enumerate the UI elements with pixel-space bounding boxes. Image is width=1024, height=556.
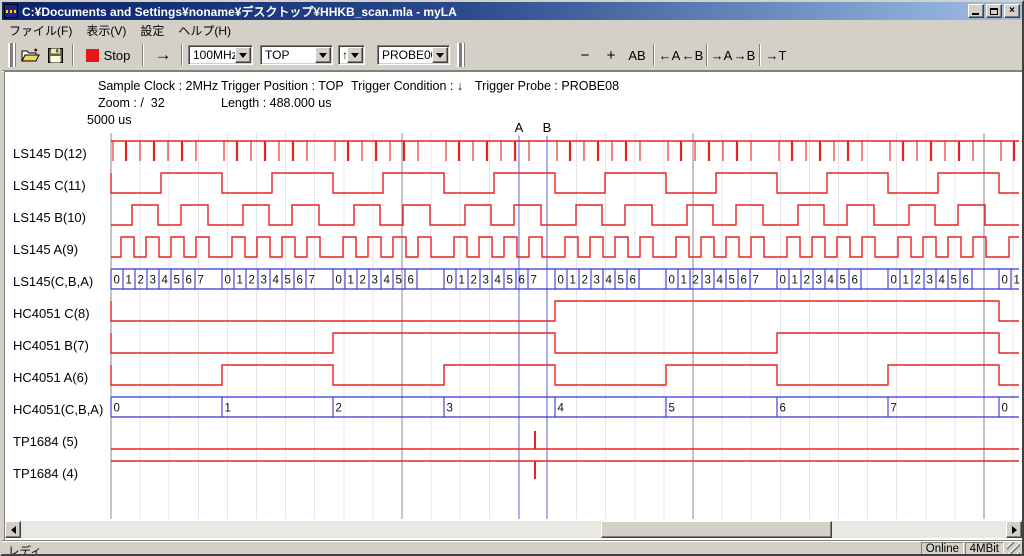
toolbar-separator	[142, 44, 144, 66]
channel-label: TP1684 (4)	[13, 466, 78, 481]
scroll-left-button[interactable]	[5, 521, 21, 538]
channel-label: HC4051(C,B,A)	[13, 402, 103, 417]
channel-label: LS145 B(10)	[13, 210, 86, 225]
goto-trigger-button[interactable]: →T	[764, 44, 788, 66]
channel-label: TP1684 (5)	[13, 434, 78, 449]
run-arrow-icon: →	[155, 45, 172, 65]
chevron-down-icon[interactable]	[315, 47, 331, 63]
maximize-icon	[990, 8, 998, 15]
trigger-position-value: TOP	[265, 48, 289, 62]
toolbar: Stop → 100MHz TOP ↑ PROBE00 − + AB ←A ←B	[2, 39, 1022, 71]
stop-label: Stop	[104, 48, 131, 63]
stop-button[interactable]: Stop	[80, 44, 136, 66]
left-triangle-icon	[7, 526, 16, 534]
online-status-badge: Online	[921, 542, 964, 556]
floppy-disk-icon	[48, 48, 63, 63]
info-trigger-position: Trigger Position : TOP	[221, 79, 344, 93]
menu-settings[interactable]: 設定	[133, 21, 171, 40]
toolbar-separator	[759, 44, 761, 66]
channel-label: HC4051 B(7)	[13, 338, 89, 353]
channel-label: LS145(C,B,A)	[13, 274, 93, 289]
zoom-ab-button[interactable]: AB	[624, 44, 650, 66]
info-trigger-condition: Trigger Condition : ↓	[351, 79, 463, 93]
close-button[interactable]: ×	[1004, 4, 1020, 18]
status-bar: レディ Online 4MBit	[2, 540, 1022, 556]
minus-icon: −	[581, 47, 590, 64]
trigger-edge-select[interactable]: ↑	[338, 45, 365, 65]
stop-icon	[86, 49, 99, 62]
scroll-right-button[interactable]	[1006, 521, 1022, 538]
right-arrow-a-icon: →A	[711, 48, 733, 63]
move-cursor-a-right-button[interactable]: →A	[710, 44, 733, 66]
left-arrow-b-icon: ←B	[682, 48, 704, 63]
toolbar-separator	[181, 44, 183, 66]
channel-label: LS145 C(11)	[13, 178, 86, 193]
save-file-button[interactable]	[44, 44, 66, 66]
info-sample-clock: Sample Clock : 2MHz	[98, 79, 218, 93]
channel-label: LS145 A(9)	[13, 242, 78, 257]
run-button[interactable]: →	[148, 44, 178, 66]
info-trigger-probe: Trigger Probe : PROBE08	[475, 79, 619, 93]
ab-label: AB	[628, 48, 645, 63]
minimize-icon	[972, 13, 979, 15]
toolbar-separator	[72, 44, 74, 66]
menu-file[interactable]: ファイル(F)	[2, 21, 79, 40]
toolbar-separator	[706, 44, 708, 66]
scrollbar-thumb[interactable]	[601, 521, 832, 538]
memory-status-badge: 4MBit	[965, 542, 1004, 556]
status-message: レディ	[8, 543, 42, 556]
move-cursor-a-left-button[interactable]: ←A	[658, 44, 681, 66]
trigger-probe-select[interactable]: PROBE00	[377, 45, 450, 65]
right-arrow-t-icon: →T	[766, 48, 787, 63]
zoom-out-button[interactable]: −	[574, 44, 596, 66]
time-division-label: 5000 us	[87, 113, 131, 127]
trigger-probe-value: PROBE00	[382, 48, 437, 62]
chevron-down-icon[interactable]	[432, 47, 448, 63]
channel-label: HC4051 A(6)	[13, 370, 88, 385]
toolbar-gripper[interactable]	[457, 43, 462, 67]
resize-grip-icon[interactable]	[1007, 542, 1020, 555]
waveform-panel[interactable]: Sample Clock : 2MHz Trigger Position : T…	[4, 71, 1022, 540]
open-file-button[interactable]	[18, 44, 42, 66]
open-folder-icon	[21, 48, 40, 63]
channel-label: HC4051 C(8)	[13, 306, 90, 321]
window-title: C:¥Documents and Settings¥noname¥デスクトップ¥…	[22, 3, 457, 20]
horizontal-scrollbar[interactable]	[5, 521, 1022, 538]
sample-clock-value: 100MHz	[193, 48, 238, 62]
app-window: C:¥Documents and Settings¥noname¥デスクトップ¥…	[0, 0, 1024, 556]
title-bar[interactable]: C:¥Documents and Settings¥noname¥デスクトップ¥…	[2, 2, 1022, 20]
channel-label: LS145 D(12)	[13, 146, 87, 161]
toolbar-separator	[653, 44, 655, 66]
chevron-down-icon[interactable]	[235, 47, 251, 63]
toolbar-gripper[interactable]	[8, 43, 13, 67]
info-length: Length : 488.000 us	[221, 96, 332, 110]
menu-bar: ファイル(F) 表示(V) 設定 ヘルプ(H)	[2, 21, 1022, 39]
info-zoom: Zoom : / 32	[98, 96, 165, 110]
right-arrow-b-icon: →B	[734, 48, 756, 63]
app-icon	[4, 4, 18, 18]
trigger-position-select[interactable]: TOP	[260, 45, 333, 65]
maximize-button[interactable]	[986, 4, 1002, 18]
close-icon: ×	[1009, 6, 1015, 16]
minimize-button[interactable]	[968, 4, 984, 18]
menu-view[interactable]: 表示(V)	[79, 21, 133, 40]
left-arrow-a-icon: ←A	[659, 48, 681, 63]
move-cursor-b-right-button[interactable]: →B	[733, 44, 756, 66]
plus-icon: +	[607, 47, 616, 64]
chevron-down-icon[interactable]	[347, 47, 363, 63]
menu-help[interactable]: ヘルプ(H)	[171, 21, 238, 40]
zoom-in-button[interactable]: +	[600, 44, 622, 66]
sample-clock-select[interactable]: 100MHz	[188, 45, 253, 65]
right-triangle-icon	[1012, 526, 1021, 534]
window-controls: ×	[966, 4, 1020, 18]
move-cursor-b-left-button[interactable]: ←B	[681, 44, 704, 66]
